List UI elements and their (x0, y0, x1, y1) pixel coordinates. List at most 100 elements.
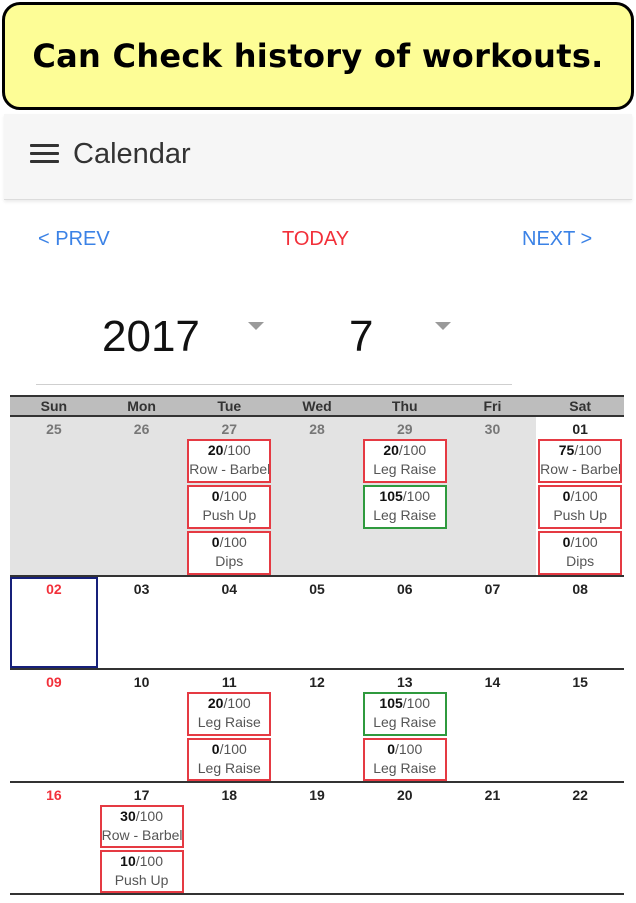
workout-entry[interactable]: 0/100 Push Up (187, 485, 272, 529)
day-cell[interactable]: 14 (449, 670, 537, 781)
day-number: 29 (396, 421, 413, 437)
week-row: 25 26 27 20/100 Row - Barbell 0/100 Push Up 0/1… (10, 417, 624, 577)
workout-entry[interactable]: 30/100 Row - Barbell (99, 805, 184, 848)
prev-month-button[interactable]: < PREV (38, 228, 110, 251)
weekday-label: Sun (40, 398, 68, 414)
workout-score: 0/100 (189, 533, 269, 552)
day-cell[interactable]: 08 (536, 577, 624, 668)
day-cell[interactable]: 13 105/100 Leg Raise 0/100 Leg Raise (361, 670, 449, 781)
day-cell[interactable]: 01 75/100 Row - Barbell 0/100 Push Up 0/100 Di… (536, 417, 624, 575)
year-dropdown[interactable]: 2017 (102, 312, 272, 368)
workout-entry[interactable]: 20/100 Leg Raise (362, 439, 447, 483)
workout-score-value: 20 (383, 442, 399, 458)
workout-score-value: 0 (211, 740, 220, 757)
day-number: 26 (133, 421, 150, 437)
workout-score-total: /100 (135, 808, 163, 824)
workout-score: 105/100 (365, 487, 445, 506)
day-cell[interactable]: 18 (185, 783, 273, 893)
workout-score-value: 0 (211, 488, 220, 504)
day-cell[interactable]: 28 (273, 417, 361, 575)
caption-banner: Can Check history of workouts. (2, 2, 634, 110)
weekday-label: Wed (302, 398, 332, 414)
day-cell[interactable]: 10 (98, 670, 186, 781)
selector-underline (36, 384, 512, 385)
workout-entry[interactable]: 20/100 Row - Barbell (187, 439, 272, 483)
workout-entry[interactable]: 0/100 Push Up (538, 485, 623, 529)
workout-entry[interactable]: 0/100 Leg Raise (362, 737, 447, 781)
app-title: Calendar (73, 138, 191, 170)
app-bar: Calendar (4, 114, 632, 200)
day-number: 20 (396, 787, 413, 803)
day-number: 15 (572, 674, 588, 690)
workout-score: 10/100 (102, 852, 182, 871)
workout-score: 0/100 (189, 740, 269, 759)
hamburger-menu-icon[interactable] (30, 144, 60, 166)
day-cell[interactable]: 30 (448, 417, 537, 575)
workout-entry[interactable]: 105/100 Leg Raise (362, 692, 447, 736)
workout-score-total: /100 (398, 442, 427, 458)
workout-name: Dips (215, 553, 244, 569)
day-cell[interactable]: 21 (449, 783, 537, 893)
weekday-header: Sun Mon Tue Wed Thu Fri Sat (10, 395, 624, 417)
workout-score: 0/100 (540, 533, 620, 552)
day-cell[interactable]: 11 20/100 Leg Raise 0/100 Leg Raise (185, 670, 273, 781)
screen: Can Check history of workouts. Calendar … (0, 0, 636, 903)
day-number: 02 (46, 581, 62, 597)
workout-entry[interactable]: 105/100 Leg Raise (362, 485, 447, 529)
day-number: 03 (133, 581, 150, 597)
day-number: 13 (396, 674, 413, 690)
day-cell[interactable]: 25 (10, 417, 98, 575)
day-number: 21 (484, 787, 501, 803)
month-dropdown[interactable]: 7 (349, 312, 459, 368)
day-cell[interactable]: 19 (273, 783, 361, 893)
day-cell[interactable]: 06 (361, 577, 449, 668)
workout-name: Push Up (553, 507, 608, 523)
workout-score: 20/100 (365, 441, 445, 460)
day-cell[interactable]: 07 (449, 577, 537, 668)
workout-score-value: 20 (207, 442, 224, 458)
day-cell[interactable]: 29 20/100 Leg Raise 105/100 Leg Raise (360, 417, 449, 575)
today-button[interactable]: TODAY (282, 228, 349, 251)
day-cell[interactable]: 27 20/100 Row - Barbell 0/100 Push Up 0/100 Di… (185, 417, 274, 575)
day-cell[interactable]: 04 (185, 577, 273, 668)
workout-name: Leg Raise (373, 507, 437, 523)
day-number: 14 (484, 674, 501, 690)
day-cell[interactable]: 22 (536, 783, 624, 893)
month-dropdown-arrow-icon (435, 322, 451, 330)
day-cell[interactable]: 26 (97, 417, 186, 575)
day-cell[interactable]: 03 (98, 577, 186, 668)
caption-text: Can Check history of workouts. (32, 37, 604, 75)
workout-entry[interactable]: 0/100 Leg Raise (187, 737, 272, 781)
weekday-label: Mon (127, 398, 156, 414)
day-number: 30 (484, 421, 501, 437)
workout-name: Row - Barbell (101, 827, 182, 843)
day-number: 25 (46, 421, 62, 437)
workout-entry[interactable]: 0/100 Dips (187, 531, 272, 575)
day-cell[interactable]: 20 (361, 783, 449, 893)
day-number: 04 (221, 581, 238, 597)
weekday-label: Sat (569, 398, 592, 414)
workout-entry[interactable]: 20/100 Leg Raise (187, 692, 272, 736)
workout-score-value: 75 (558, 442, 575, 458)
day-cell[interactable]: 15 (536, 670, 624, 781)
day-cell-selected[interactable]: 02 (10, 577, 98, 668)
day-cell[interactable]: 09 (10, 670, 98, 781)
workout-score-total: /100 (223, 695, 251, 711)
day-cell[interactable]: 16 (10, 783, 98, 893)
workout-score-total: /100 (395, 740, 423, 757)
next-month-button[interactable]: NEXT > (522, 228, 592, 251)
workout-entry[interactable]: 10/100 Push Up (99, 850, 184, 893)
weekday-label: Tue (217, 398, 242, 414)
day-cell[interactable]: 05 (273, 577, 361, 668)
week-row: 02 03 04 05 06 07 08 (10, 577, 624, 670)
day-cell[interactable]: 12 (273, 670, 361, 781)
day-number: 05 (309, 581, 325, 597)
workout-entry[interactable]: 75/100 Row - Barbell (538, 439, 623, 483)
day-number: 10 (133, 674, 150, 690)
workout-score: 0/100 (365, 740, 445, 759)
day-cell[interactable]: 17 30/100 Row - Barbell 10/100 Push Up (98, 783, 186, 893)
day-number: 17 (133, 787, 150, 803)
day-number: 22 (572, 787, 588, 803)
workout-score-total: /100 (570, 534, 598, 550)
workout-entry[interactable]: 0/100 Dips (538, 531, 623, 575)
